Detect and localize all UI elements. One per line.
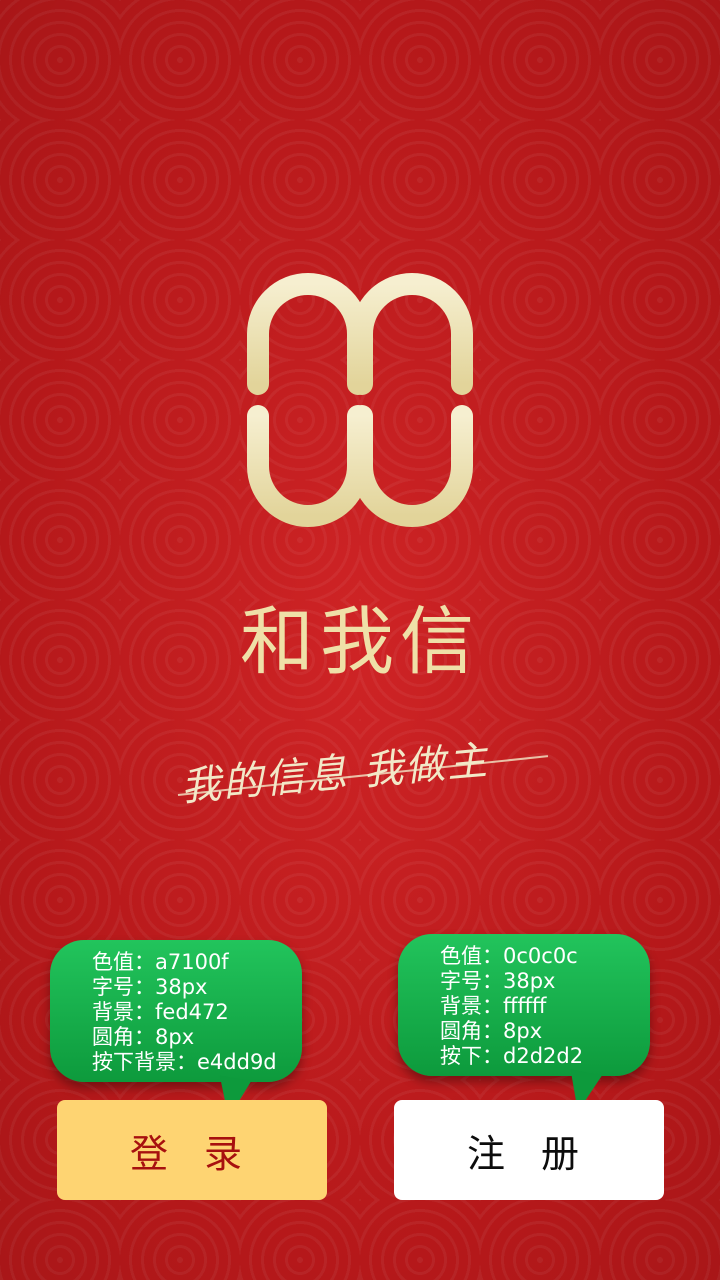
annotation-line: 字号：38px (440, 969, 556, 993)
register-button[interactable]: 注 册 (394, 1100, 664, 1200)
annotation-line: 圆角：8px (440, 1019, 543, 1043)
annotation-line: 背景：fed472 (92, 1000, 229, 1024)
annotation-line: 色值：0c0c0c (440, 944, 578, 968)
register-annotation-bubble: 色值：0c0c0c 字号：38px 背景：ffffff 圆角：8px 按下：d2… (398, 934, 650, 1076)
annotation-line: 圆角：8px (92, 1025, 195, 1049)
annotation-line: 按下：d2d2d2 (440, 1044, 584, 1068)
app-name: 和我信 (240, 599, 480, 685)
annotation-line: 背景：ffffff (440, 994, 547, 1018)
login-annotation-bubble: 色值：a7100f 字号：38px 背景：fed472 圆角：8px 按下背景：… (50, 940, 302, 1082)
app-logo-icon (247, 273, 473, 527)
annotation-line: 按下背景：e4dd9d (92, 1050, 277, 1074)
annotation-line: 字号：38px (92, 975, 208, 999)
annotation-line: 色值：a7100f (92, 950, 229, 974)
login-button[interactable]: 登 录 (57, 1100, 327, 1200)
